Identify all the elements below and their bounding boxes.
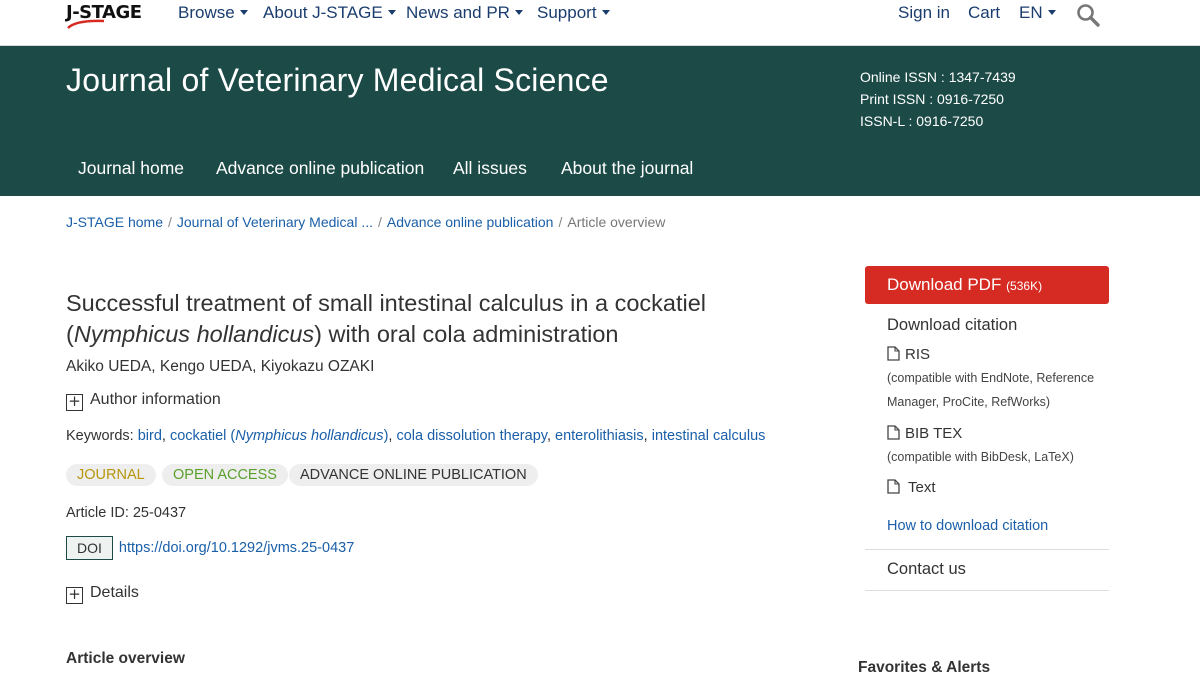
document-icon: [887, 425, 900, 440]
text-label: Text: [908, 479, 936, 496]
breadcrumb-jstage-home[interactable]: J-STAGE home: [66, 214, 163, 230]
details-toggle[interactable]: + Details: [66, 584, 139, 604]
doi-row: DOI https://doi.org/10.1292/jvms.25-0437: [66, 536, 354, 560]
journal-title[interactable]: Journal of Veterinary Medical Science: [66, 62, 609, 99]
breadcrumb-separator: /: [378, 214, 382, 230]
details-label: Details: [90, 584, 139, 601]
search-icon[interactable]: [1076, 3, 1100, 27]
bibtex-label: BIB TEX: [905, 425, 963, 442]
author-info-toggle[interactable]: + Author information: [66, 391, 221, 411]
article-title: Successful treatment of small intestinal…: [66, 288, 836, 350]
keyword-link[interactable]: intestinal calculus: [652, 428, 766, 444]
journal-banner: Journal of Veterinary Medical Science On…: [0, 46, 1200, 196]
tag-advance-online: ADVANCE ONLINE PUBLICATION: [289, 464, 538, 486]
divider: [865, 590, 1109, 591]
keyword-cockatiel-post: ): [383, 428, 389, 444]
breadcrumb-current: Article overview: [567, 214, 666, 230]
chevron-down-icon: [387, 10, 396, 15]
pdf-label: Download PDF: [887, 275, 1002, 294]
keywords: Keywords: bird, cockatiel (Nymphicus hol…: [66, 428, 766, 444]
article-overview-heading: Article overview: [66, 650, 185, 667]
cart-link[interactable]: Cart: [968, 3, 1000, 23]
nav-news-pr[interactable]: News and PR: [406, 3, 523, 23]
nav-support[interactable]: Support: [537, 3, 610, 23]
keyword-link[interactable]: enterolithiasis: [555, 428, 644, 444]
document-icon: [887, 346, 900, 361]
article-title-part2: ) with oral cola administration: [314, 321, 619, 347]
issn-print: Print ISSN : 0916-7250: [860, 91, 1004, 107]
chevron-down-icon: [601, 10, 610, 15]
article-id: Article ID: 25-0437: [66, 505, 187, 521]
keyword-link[interactable]: cockatiel (Nymphicus hollandicus): [170, 428, 388, 444]
tab-journal-home[interactable]: Journal home: [78, 158, 184, 179]
ris-label: RIS: [905, 346, 931, 363]
logo-swoosh-icon: [67, 19, 105, 29]
breadcrumb: J-STAGE home / Journal of Veterinary Medic…: [66, 214, 665, 230]
tab-all-issues[interactable]: All issues: [453, 158, 527, 179]
language-selector[interactable]: EN: [1019, 3, 1056, 23]
tag-journal: JOURNAL: [66, 464, 156, 486]
citation-ris[interactable]: RIS: [887, 346, 930, 363]
nav-support-label: Support: [537, 3, 597, 22]
nav-about-label: About J-STAGE: [263, 3, 383, 22]
breadcrumb-advance-online[interactable]: Advance online publication: [387, 214, 554, 230]
breadcrumb-separator: /: [168, 214, 172, 230]
nav-browse-label: Browse: [178, 3, 235, 22]
divider: [865, 549, 1109, 550]
nav-news-label: News and PR: [406, 3, 510, 22]
breadcrumb-journal[interactable]: Journal of Veterinary Medical ...: [177, 214, 373, 230]
plus-icon: +: [66, 394, 83, 411]
pdf-size: (536K): [1006, 279, 1043, 293]
issn-block: Online ISSN : 1347-7439 Print ISSN : 091…: [860, 66, 1016, 132]
keyword-cockatiel-species: Nymphicus hollandicus: [235, 428, 384, 444]
ris-note: (compatible with EndNote, Reference Mana…: [887, 371, 1095, 409]
document-icon: [887, 479, 900, 494]
nav-browse[interactable]: Browse: [178, 3, 248, 23]
bibtex-note: (compatible with BibDesk, LaTeX): [887, 450, 1074, 464]
citation-bibtex[interactable]: BIB TEX: [887, 425, 962, 442]
citation-text[interactable]: Text: [887, 479, 936, 496]
how-to-download-citation-link[interactable]: How to download citation: [887, 518, 1048, 534]
doi-badge: DOI: [66, 536, 113, 560]
issn-l: ISSN-L : 0916-7250: [860, 113, 984, 129]
sign-in-link[interactable]: Sign in: [898, 3, 950, 23]
keywords-label: Keywords:: [66, 428, 134, 444]
keyword-link[interactable]: cola dissolution therapy: [396, 428, 546, 444]
nav-about-jstage[interactable]: About J-STAGE: [263, 3, 396, 23]
authors: Akiko UEDA, Kengo UEDA, Kiyokazu OZAKI: [66, 358, 375, 375]
download-pdf-button[interactable]: Download PDF (536K): [865, 266, 1109, 304]
issn-online: Online ISSN : 1347-7439: [860, 69, 1016, 85]
breadcrumb-separator: /: [558, 214, 563, 230]
chevron-down-icon: [1047, 10, 1056, 15]
jstage-logo[interactable]: J-STAGE: [66, 2, 148, 32]
keyword-link[interactable]: bird: [138, 428, 162, 444]
tab-advance-online[interactable]: Advance online publication: [216, 158, 424, 179]
keyword-cockatiel-pre: cockatiel (: [169, 428, 236, 444]
tag-open-access: OPEN ACCESS: [162, 464, 288, 486]
article-title-species: Nymphicus hollandicus: [73, 321, 315, 347]
author-info-label: Author information: [90, 391, 221, 408]
chevron-down-icon: [239, 10, 248, 15]
contact-us-link[interactable]: Contact us: [887, 560, 966, 579]
top-navigation: J-STAGE Browse About J-STAGE News and PR…: [0, 0, 1200, 46]
plus-icon: +: [66, 587, 83, 604]
favorites-alerts-heading: Favorites & Alerts: [858, 659, 991, 674]
chevron-down-icon: [514, 10, 523, 15]
language-label: EN: [1019, 3, 1043, 22]
download-citation-heading: Download citation: [887, 316, 1018, 334]
tab-about-journal[interactable]: About the journal: [561, 158, 693, 179]
doi-link[interactable]: https://doi.org/10.1292/jvms.25-0437: [119, 540, 354, 556]
